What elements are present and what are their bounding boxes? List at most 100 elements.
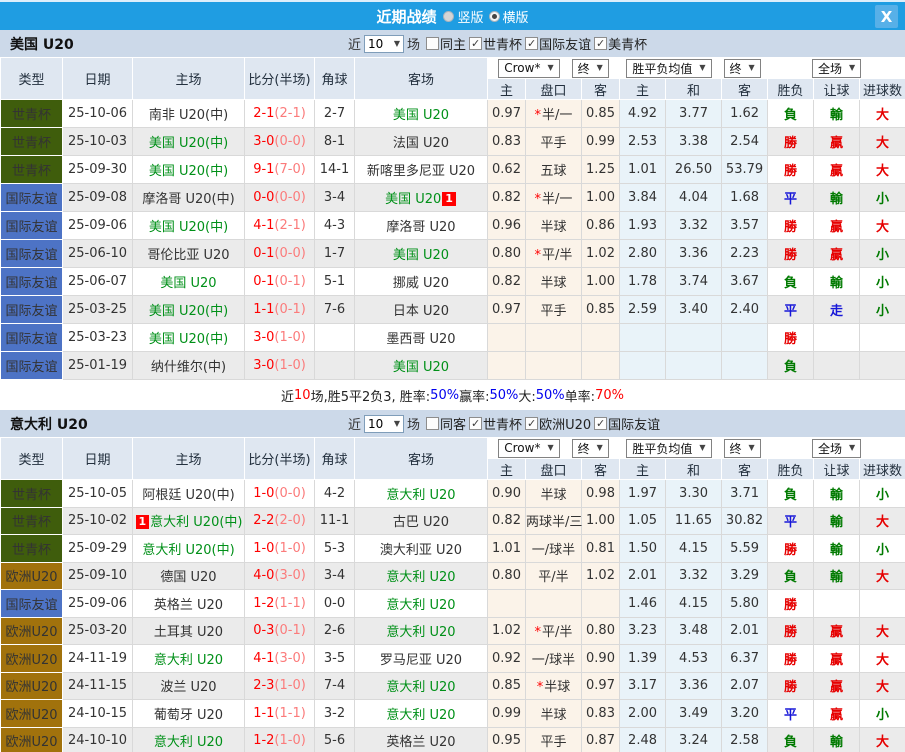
crow-away-odds	[580, 351, 621, 380]
avg-final-select[interactable]: 终 ▼	[723, 58, 761, 78]
handicap-value: 平/半	[542, 248, 573, 263]
chevron-down-icon: ▼	[393, 418, 401, 428]
corners-cell: 4-2	[314, 479, 355, 508]
recent-count-select[interactable]: 10 ▼	[364, 414, 405, 433]
away-team: 意大利 U20	[354, 671, 488, 700]
close-button[interactable]: X	[875, 5, 898, 28]
crow-home-odds: 1.02	[487, 616, 526, 645]
avg-away-odds: 3.29	[721, 561, 769, 590]
avg-draw-odds: 26.50	[665, 155, 723, 184]
avg-home-odds	[619, 323, 667, 352]
handicap-cell: *平/半	[525, 616, 582, 645]
match-date: 24-10-15	[62, 699, 133, 728]
score-cell: 1-2(1-1)	[244, 589, 315, 618]
layout-radio-group: 竖版 横版	[438, 7, 529, 26]
filter-checkbox[interactable]: ✓ 世青杯	[469, 414, 522, 433]
sub-column-header: 胜负	[767, 458, 815, 480]
filter-checkbox[interactable]: ✓ 欧洲U20	[525, 414, 591, 433]
corners-cell: 11-1	[314, 506, 355, 535]
crow-away-odds: 0.97	[580, 671, 621, 700]
away-team-name: 意大利 U20	[386, 707, 456, 723]
corners-cell: 5-3	[314, 534, 355, 563]
filter-checkbox[interactable]: 同客	[426, 414, 466, 433]
scope-select[interactable]: 全场 ▼	[811, 438, 862, 458]
crow-away-odds: 0.85	[580, 99, 621, 128]
avg-draw-odds	[665, 351, 723, 380]
avg-home-odds: 2.48	[619, 726, 667, 752]
home-team-name: 意大利 U20	[153, 735, 224, 751]
score-cell: 0-1(0-0)	[244, 239, 315, 268]
away-team-name: 美国 U20	[392, 108, 450, 123]
away-team: 古巴 U20	[354, 506, 488, 535]
handicap-cell: *平/半	[525, 239, 582, 268]
score-cell: 1-0(0-0)	[244, 479, 315, 508]
away-team-name: 摩洛哥 U20	[386, 220, 456, 235]
chevron-down-icon: ▼	[596, 63, 603, 72]
odds-final-select[interactable]: 终 ▼	[571, 438, 609, 458]
filter-checkbox[interactable]: ✓ 世青杯	[469, 34, 522, 53]
home-team: 波兰 U20	[132, 671, 245, 700]
result-wdl: 勝	[767, 127, 815, 156]
result-goals	[859, 589, 905, 618]
avg-home-odds: 1.05	[619, 506, 667, 535]
away-team: 意大利 U20	[354, 699, 488, 728]
handicap-cell	[525, 351, 582, 380]
avg-draw-odds: 4.15	[665, 589, 723, 618]
home-team: 德国 U20	[132, 561, 245, 590]
column-header: 日期	[62, 437, 133, 480]
match-row: 欧洲U20 25-09-10 德国 U20 4-0(3-0) 3-4 意大利 U20 0.8…	[0, 561, 905, 590]
table-header-group: Crow* ▼ 终 ▼	[486, 437, 621, 459]
filter-checkbox[interactable]: ✓ 美青杯	[594, 34, 647, 53]
result-goals: 小	[859, 295, 905, 324]
layout-radio-horizontal[interactable]: 横版	[488, 7, 529, 26]
avg-source-select[interactable]: 胜平负均值 ▼	[626, 438, 712, 458]
halftime-score: (1-0)	[274, 330, 306, 345]
handicap-value: 半/一	[542, 192, 573, 207]
scope-select[interactable]: 全场 ▼	[811, 58, 862, 78]
away-team: 意大利 U20	[354, 589, 488, 618]
handicap-cell	[525, 323, 582, 352]
chevron-down-icon: ▼	[699, 63, 706, 72]
layout-radio-vertical[interactable]: 竖版	[443, 7, 484, 26]
handicap-value: 半球	[540, 487, 567, 503]
corners-cell: 5-6	[314, 726, 355, 752]
chevron-down-icon: ▼	[748, 443, 755, 452]
filter-controls: 近 10 ▼ 场同客 ✓ 世青杯 ✓ 欧洲U20 ✓ 国际友谊	[345, 414, 660, 433]
avg-draw-odds: 3.74	[665, 267, 723, 296]
away-team-name: 意大利 U20	[386, 597, 456, 613]
home-team-name: 美国 U20(中)	[148, 332, 229, 347]
avg-source-select-label: 胜平负均值	[632, 61, 693, 76]
avg-away-odds: 1.68	[721, 183, 769, 212]
avg-home-odds: 3.84	[619, 183, 667, 212]
column-header: 类型	[0, 437, 63, 480]
avg-away-odds	[721, 323, 769, 352]
match-date: 25-09-30	[62, 155, 133, 184]
odds-final-select[interactable]: 终 ▼	[571, 58, 609, 78]
avg-draw-odds: 3.24	[665, 726, 723, 752]
avg-draw-odds: 3.77	[665, 99, 723, 128]
home-team-name: 美国 U20	[160, 276, 217, 291]
match-row: 国际友谊 25-06-07 美国 U20 0-1(0-1) 5-1 挪威 U20 0.82 半…	[0, 267, 905, 296]
column-header: 角球	[314, 437, 355, 480]
avg-source-select[interactable]: 胜平负均值 ▼	[626, 58, 712, 78]
filter-checkbox[interactable]: ✓ 国际友谊	[594, 414, 660, 433]
home-team: 土耳其 U20	[132, 616, 245, 645]
result-goals: 大	[859, 99, 905, 128]
handicap-cell: 平手	[525, 127, 582, 156]
filter-checkbox[interactable]: ✓ 国际友谊	[525, 34, 591, 53]
away-team-name: 英格兰 U20	[386, 735, 456, 751]
avg-draw-odds: 4.04	[665, 183, 723, 212]
away-team: 意大利 U20	[354, 616, 488, 645]
dropdown-group: 全场 ▼	[769, 58, 905, 78]
odds-source-select[interactable]: Crow* ▼	[498, 58, 560, 78]
checkbox-icon: ✓	[525, 37, 539, 50]
home-team-name: 美国 U20(中)	[148, 136, 229, 151]
avg-final-select[interactable]: 终 ▼	[723, 438, 761, 458]
column-header: 日期	[62, 57, 133, 100]
filter-checkbox[interactable]: 同主	[426, 34, 466, 53]
crow-home-odds	[487, 351, 526, 380]
recent-count-select[interactable]: 10 ▼	[364, 34, 405, 53]
sub-column-header: 客	[580, 78, 621, 100]
handicap-value: 半球	[540, 707, 567, 723]
odds-source-select[interactable]: Crow* ▼	[498, 438, 560, 458]
